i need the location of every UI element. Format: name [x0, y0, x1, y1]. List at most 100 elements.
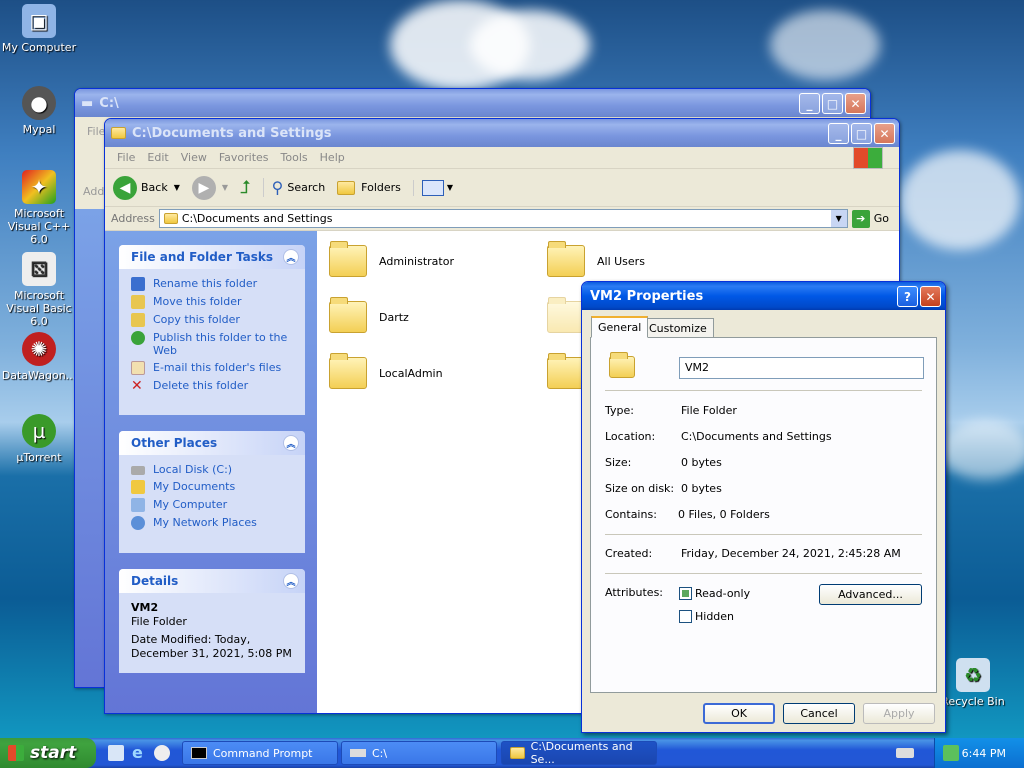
back-window-titlebar[interactable]: ▬ C:\ _ □ ✕: [75, 89, 870, 117]
clock[interactable]: 6:44 PM: [962, 747, 1006, 760]
collapse-chevron-icon[interactable]: ︽: [283, 249, 299, 265]
folder-item-hidden[interactable]: [547, 353, 585, 389]
desktop-icon-visual-cpp[interactable]: ✦ Microsoft Visual C++ 6.0: [0, 170, 78, 246]
ok-button[interactable]: OK: [703, 703, 775, 724]
collapse-chevron-icon[interactable]: ︽: [283, 573, 299, 589]
place-local-disk[interactable]: Local Disk (C:): [119, 461, 305, 478]
address-dropdown-icon[interactable]: ▼: [830, 210, 847, 227]
panel-header[interactable]: Details ︽: [119, 569, 305, 593]
properties-dialog[interactable]: VM2 Properties ? ✕ General Customize VM2…: [581, 281, 946, 733]
maximize-button[interactable]: □: [851, 123, 872, 144]
menu-edit[interactable]: Edit: [147, 151, 168, 164]
desktop-icon-visual-basic[interactable]: ⚄ Microsoft Visual Basic 6.0: [0, 252, 78, 328]
readonly-label[interactable]: Read-only: [695, 587, 750, 600]
hidden-label[interactable]: Hidden: [695, 610, 734, 623]
menu-view[interactable]: View: [181, 151, 207, 164]
minimize-button[interactable]: _: [828, 123, 849, 144]
desktop-icon-utorrent[interactable]: µ µTorrent: [0, 414, 78, 464]
task-c-drive[interactable]: C:\: [341, 741, 497, 765]
tab-general[interactable]: General: [591, 316, 649, 338]
task-email-files[interactable]: E-mail this folder's files: [119, 359, 305, 377]
go-button[interactable]: ➔ Go: [851, 209, 889, 228]
tab-customize[interactable]: Customize: [642, 318, 714, 338]
readonly-checkbox[interactable]: [679, 587, 692, 600]
created-label: Created:: [605, 547, 653, 560]
task-move-folder[interactable]: Move this folder: [119, 293, 305, 311]
folder-icon: [329, 297, 367, 333]
dialog-titlebar[interactable]: VM2 Properties ? ✕: [582, 282, 945, 310]
minimize-button[interactable]: _: [799, 93, 820, 114]
task-documents-settings[interactable]: C:\Documents and Se...: [501, 740, 657, 766]
name-input[interactable]: VM2: [679, 357, 924, 379]
quicklaunch-ie-icon[interactable]: e: [132, 743, 143, 762]
task-delete-folder[interactable]: ✕ Delete this folder: [119, 377, 305, 395]
back-label: Back: [141, 181, 168, 194]
contains-label: Contains:: [605, 508, 657, 521]
place-my-documents[interactable]: My Documents: [119, 478, 305, 496]
task-command-prompt[interactable]: Command Prompt: [182, 741, 338, 765]
size-on-disk-label: Size on disk:: [605, 482, 675, 495]
folder-item-dartz[interactable]: Dartz: [329, 297, 409, 333]
globe-icon: [131, 331, 145, 345]
search-label: Search: [287, 181, 326, 194]
type-value: File Folder: [681, 404, 737, 417]
menu-tools[interactable]: Tools: [281, 151, 308, 164]
folders-button[interactable]: Folders: [337, 180, 401, 195]
desktop-icon-label: Microsoft Visual C++ 6.0: [7, 207, 71, 246]
separator: [605, 573, 922, 574]
folder-item-localadmin[interactable]: LocalAdmin: [329, 353, 443, 389]
hidden-checkbox[interactable]: [679, 610, 692, 623]
folder-item-all-users[interactable]: All Users: [547, 241, 645, 277]
move-icon: [131, 295, 145, 309]
task-rename-folder[interactable]: Rename this folder: [119, 275, 305, 293]
checkbox-indeterminate-mark: [682, 590, 689, 597]
close-button[interactable]: ✕: [874, 123, 895, 144]
desktop-icon-mypal[interactable]: ● Mypal: [0, 86, 78, 136]
folder-icon: [547, 297, 585, 333]
forward-button[interactable]: ▶ ▼: [191, 175, 228, 200]
maximize-button[interactable]: □: [822, 93, 843, 114]
folder-item-administrator[interactable]: Administrator: [329, 241, 454, 277]
quicklaunch-media-icon[interactable]: [154, 745, 170, 761]
back-button[interactable]: ◀ Back ▼: [113, 175, 180, 200]
place-my-computer[interactable]: My Computer: [119, 496, 305, 514]
close-button[interactable]: ✕: [845, 93, 866, 114]
folder-icon: [111, 127, 126, 139]
start-button[interactable]: start: [0, 738, 96, 768]
tray-app-icon[interactable]: [943, 745, 959, 761]
panel-header[interactable]: Other Places ︽: [119, 431, 305, 455]
collapse-chevron-icon[interactable]: ︽: [283, 435, 299, 451]
views-button[interactable]: ▼: [412, 179, 453, 196]
cmd-icon: [191, 747, 207, 759]
desktop-icon-my-computer[interactable]: ▣ My Computer: [0, 4, 78, 54]
folder-item-vm2[interactable]: [547, 297, 585, 333]
menu-file[interactable]: File: [117, 151, 135, 164]
close-button[interactable]: ✕: [920, 286, 941, 307]
panel-header[interactable]: File and Folder Tasks ︽: [119, 245, 305, 269]
keyboard-icon[interactable]: [896, 748, 914, 758]
apply-button[interactable]: Apply: [863, 703, 935, 724]
menu-bar: File Edit View Favorites Tools Help: [105, 147, 899, 169]
help-button[interactable]: ?: [897, 286, 918, 307]
place-network-places[interactable]: My Network Places: [119, 514, 305, 532]
window-title: C:\: [99, 95, 119, 111]
desktop-icon-datawagon[interactable]: ✺ DataWagon...: [0, 332, 78, 382]
menu-favorites[interactable]: Favorites: [219, 151, 269, 164]
explorer-titlebar[interactable]: C:\Documents and Settings _ □ ✕: [105, 119, 899, 147]
up-button[interactable]: ⮥: [240, 177, 251, 198]
desktop-icon-label: Mypal: [22, 123, 56, 136]
cancel-button[interactable]: Cancel: [783, 703, 855, 724]
task-copy-folder[interactable]: Copy this folder: [119, 311, 305, 329]
visual-cpp-icon: ✦: [22, 170, 56, 204]
advanced-button[interactable]: Advanced...: [819, 584, 922, 605]
task-publish-web[interactable]: Publish this folder to the Web: [119, 329, 305, 359]
search-button[interactable]: ⚲ Search: [262, 178, 326, 197]
quicklaunch-desktop-icon[interactable]: [108, 745, 124, 761]
address-input[interactable]: C:\Documents and Settings ▼: [158, 209, 848, 228]
go-arrow-icon: ➔: [851, 209, 870, 228]
location-value: C:\Documents and Settings: [681, 430, 832, 443]
file-folder-tasks-panel: File and Folder Tasks ︽ Rename this fold…: [119, 245, 305, 415]
menu-help[interactable]: Help: [320, 151, 345, 164]
system-tray: 6:44 PM: [934, 738, 1024, 768]
folder-icon: [163, 213, 178, 224]
